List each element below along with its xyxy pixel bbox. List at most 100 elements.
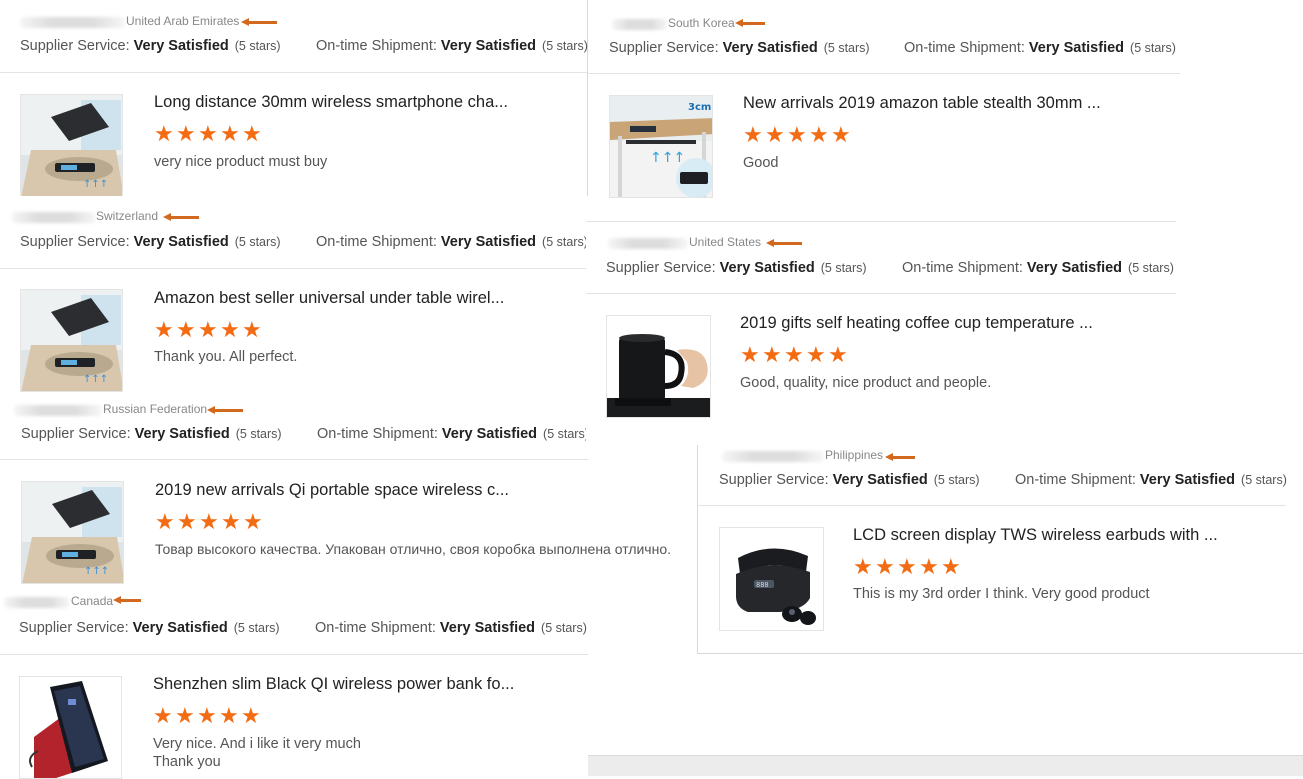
star-icon: ★	[220, 121, 240, 146]
star-icon: ★	[875, 554, 895, 579]
star-rating: ★ ★ ★ ★ ★	[740, 342, 850, 367]
review-card-united-states: United States Supplier Service: Very Sat…	[586, 221, 1176, 442]
annotation-arrow-icon	[113, 596, 141, 604]
star-icon: ★	[740, 342, 760, 367]
star-icon: ★	[853, 554, 873, 579]
supplier-service-rating: Supplier Service: Very Satisfied (5 stars…	[609, 40, 870, 56]
star-icon: ★	[806, 342, 826, 367]
divider	[0, 459, 588, 460]
star-icon: ★	[197, 703, 217, 728]
supplier-service-rating: Supplier Service: Very Satisfied (5 stars…	[21, 426, 282, 442]
country-label: Philippines	[825, 448, 884, 462]
product-title[interactable]: New arrivals 2019 amazon table stealth 3…	[743, 94, 1101, 113]
wireless-charger-table-icon[interactable]: ↑↑↑	[20, 289, 123, 392]
ontime-shipment-rating: On-time Shipment: Very Satisfied (5 stars…	[315, 620, 587, 636]
product-title[interactable]: 2019 gifts self heating coffee cup tempe…	[740, 314, 1093, 333]
star-icon: ★	[154, 317, 174, 342]
star-icon: ★	[787, 122, 807, 147]
star-icon: ★	[784, 342, 804, 367]
supplier-service-rating: Supplier Service: Very Satisfied (5 stars…	[20, 38, 281, 54]
star-icon: ★	[176, 317, 196, 342]
divider	[586, 293, 1176, 294]
star-icon: ★	[242, 121, 262, 146]
country-label: Canada	[71, 594, 114, 608]
star-icon: ★	[177, 509, 197, 534]
blurred-buyer-name	[12, 212, 96, 223]
annotation-arrow-icon	[735, 19, 765, 27]
star-rating: ★ ★ ★ ★ ★	[155, 509, 265, 534]
star-icon: ★	[241, 703, 261, 728]
product-title[interactable]: Shenzhen slim Black QI wireless power ba…	[153, 675, 514, 694]
supplier-service-rating: Supplier Service: Very Satisfied (5 stars…	[20, 234, 281, 250]
annotation-arrow-icon	[207, 406, 243, 414]
country-label: United Arab Emirates	[126, 14, 240, 28]
star-icon: ★	[762, 342, 782, 367]
ontime-shipment-rating: On-time Shipment: Very Satisfied (5 stars…	[317, 426, 589, 442]
country-label: South Korea	[668, 16, 735, 30]
product-title[interactable]: 2019 new arrivals Qi portable space wire…	[155, 481, 509, 500]
star-icon: ★	[831, 122, 851, 147]
star-icon: ★	[243, 509, 263, 534]
star-rating: ★ ★ ★ ★ ★	[154, 121, 264, 146]
star-icon: ★	[154, 121, 174, 146]
power-bank-icon[interactable]	[19, 676, 122, 779]
annotation-arrow-icon	[241, 18, 277, 26]
divider	[698, 505, 1286, 506]
ontime-shipment-rating: On-time Shipment: Very Satisfied (5 stars…	[904, 40, 1176, 56]
review-text: Good, quality, nice product and people.	[740, 375, 992, 391]
svg-text:↑↑↑: ↑↑↑	[650, 150, 685, 166]
star-icon: ★	[743, 122, 763, 147]
review-card-switzerland: Switzerland Supplier Service: Very Satis…	[0, 196, 588, 401]
star-icon: ★	[242, 317, 262, 342]
earbuds-case-icon[interactable]: 888	[719, 527, 824, 631]
review-text: very nice product must buy	[154, 154, 328, 170]
review-text: This is my 3rd order I think. Very good …	[853, 586, 1150, 602]
review-text: Товар высокого качества. Упакован отличн…	[155, 541, 672, 557]
ontime-shipment-rating: On-time Shipment: Very Satisfied (5 stars…	[902, 260, 1174, 276]
star-icon: ★	[175, 703, 195, 728]
blurred-buyer-name	[14, 405, 102, 416]
divider	[588, 73, 1180, 74]
image-badge: 3cm	[688, 102, 711, 113]
wireless-charger-table-icon[interactable]: ↑↑↑	[20, 94, 123, 197]
divider	[0, 268, 587, 269]
blurred-buyer-name	[722, 451, 824, 462]
annotation-arrow-icon	[766, 239, 802, 247]
product-title[interactable]: Long distance 30mm wireless smartphone c…	[154, 93, 508, 112]
ontime-shipment-rating: On-time Shipment: Very Satisfied (5 stars…	[316, 38, 588, 54]
svg-text:888: 888	[756, 581, 769, 589]
coffee-mug-icon[interactable]	[606, 315, 711, 418]
svg-text:↑↑↑: ↑↑↑	[83, 374, 108, 385]
wireless-charger-table-icon[interactable]: ↑↑↑	[21, 481, 124, 584]
product-title[interactable]: Amazon best seller universal under table…	[154, 289, 504, 308]
star-rating: ★ ★ ★ ★ ★	[154, 317, 264, 342]
star-rating: ★ ★ ★ ★ ★	[853, 554, 963, 579]
star-icon: ★	[155, 509, 175, 534]
divider	[0, 72, 587, 73]
stealth-charger-desk-icon[interactable]: ↑↑↑ 3cm	[609, 95, 713, 198]
review-text-line2: Thank you	[153, 754, 221, 770]
annotation-arrow-icon	[163, 213, 199, 221]
svg-text:↑↑↑: ↑↑↑	[83, 179, 108, 190]
star-icon: ★	[198, 121, 218, 146]
ontime-shipment-rating: On-time Shipment: Very Satisfied (5 stars…	[316, 234, 588, 250]
star-icon: ★	[897, 554, 917, 579]
star-icon: ★	[176, 121, 196, 146]
background-floor	[588, 755, 1303, 776]
star-rating: ★ ★ ★ ★ ★	[743, 122, 853, 147]
supplier-service-rating: Supplier Service: Very Satisfied (5 stars…	[19, 620, 280, 636]
blurred-buyer-name	[4, 597, 70, 608]
product-title[interactable]: LCD screen display TWS wireless earbuds …	[853, 526, 1218, 545]
blurred-buyer-name	[20, 17, 125, 28]
star-icon: ★	[919, 554, 939, 579]
star-icon: ★	[219, 703, 239, 728]
supplier-service-rating: Supplier Service: Very Satisfied (5 stars…	[606, 260, 867, 276]
blurred-buyer-name	[608, 238, 688, 249]
star-icon: ★	[153, 703, 173, 728]
country-label: Russian Federation	[103, 402, 208, 416]
review-text: Very nice. And i like it very much	[153, 736, 361, 752]
star-icon: ★	[809, 122, 829, 147]
star-icon: ★	[221, 509, 241, 534]
country-label: United States	[689, 235, 762, 249]
star-icon: ★	[220, 317, 240, 342]
